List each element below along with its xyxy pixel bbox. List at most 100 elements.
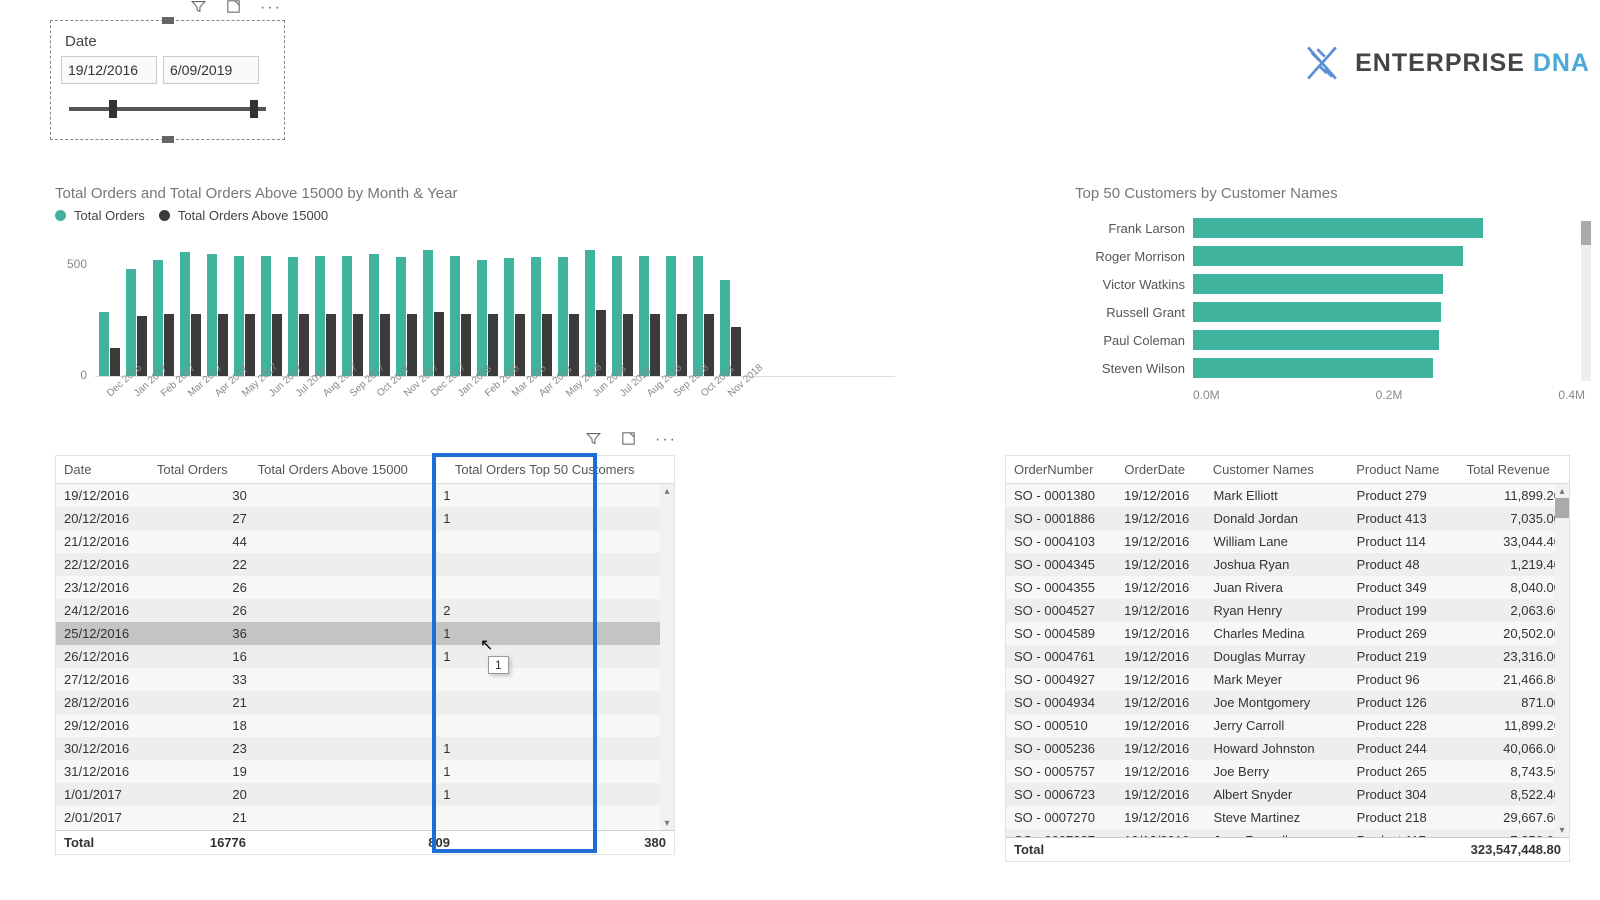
- table-row[interactable]: 19/12/2016301: [56, 484, 674, 507]
- table-row[interactable]: SO - 000492719/12/2016Mark MeyerProduct …: [1006, 668, 1569, 691]
- bar-group[interactable]: [99, 312, 120, 376]
- bar-group[interactable]: [369, 254, 390, 376]
- bar-group[interactable]: [342, 256, 363, 376]
- table-row[interactable]: SO - 000138019/12/2016Mark ElliottProduc…: [1006, 484, 1569, 507]
- col-order-date[interactable]: OrderDate: [1116, 456, 1204, 484]
- bar-group[interactable]: [261, 256, 282, 376]
- bar-group[interactable]: [531, 257, 552, 376]
- table-row[interactable]: SO - 000435519/12/2016Juan RiveraProduct…: [1006, 576, 1569, 599]
- bar-group[interactable]: [720, 280, 741, 376]
- date-range-slider[interactable]: [69, 102, 266, 116]
- bar-group[interactable]: [207, 254, 228, 376]
- bar-group[interactable]: [423, 250, 444, 376]
- ytick-500: 500: [67, 257, 87, 271]
- x-tick: Jan 2017: [132, 377, 155, 399]
- bar-group[interactable]: [288, 257, 309, 376]
- bar-group[interactable]: [558, 257, 579, 376]
- bar-group[interactable]: [666, 256, 687, 376]
- hbar-row[interactable]: Victor Watkins: [1075, 274, 1585, 294]
- table-row[interactable]: SO - 000493419/12/2016Joe MontgomeryProd…: [1006, 691, 1569, 714]
- hbar-row[interactable]: Steven Wilson: [1075, 358, 1585, 378]
- bar-group[interactable]: [180, 252, 201, 376]
- orders-by-month-chart[interactable]: Total Orders and Total Orders Above 1500…: [55, 185, 895, 410]
- slider-handle-start[interactable]: [109, 100, 117, 118]
- bar-group[interactable]: [504, 258, 525, 376]
- date-start-input[interactable]: [61, 56, 157, 84]
- col-date[interactable]: Date: [56, 456, 149, 484]
- brand-suffix: DNA: [1533, 49, 1590, 77]
- table-row[interactable]: 2/01/201721: [56, 806, 674, 829]
- chart2-scrollbar[interactable]: [1581, 221, 1591, 381]
- hbar-row[interactable]: Russell Grant: [1075, 302, 1585, 322]
- x-tick: Aug 2018: [645, 377, 668, 399]
- scroll-down-icon[interactable]: ▾: [1557, 825, 1567, 835]
- scroll-up-icon[interactable]: ▴: [1557, 486, 1567, 496]
- table-row[interactable]: SO - 000523619/12/2016Howard JohnstonPro…: [1006, 737, 1569, 760]
- table-row[interactable]: 26/12/2016161: [56, 645, 674, 668]
- table-row[interactable]: SO - 000732719/12/2016Juan RussellProduc…: [1006, 829, 1569, 837]
- focus-icon[interactable]: [225, 0, 242, 18]
- bar-group[interactable]: [639, 256, 660, 376]
- bar-group[interactable]: [450, 256, 471, 376]
- bar-group[interactable]: [153, 260, 174, 376]
- bar-group[interactable]: [234, 256, 255, 376]
- more-options-icon[interactable]: ···: [655, 431, 677, 449]
- col-top50[interactable]: Total Orders Top 50 Customers: [447, 456, 674, 484]
- bar-group[interactable]: [477, 260, 498, 376]
- table-row[interactable]: 1/01/2017201: [56, 783, 674, 806]
- table-row[interactable]: SO - 000476119/12/2016Douglas MurrayProd…: [1006, 645, 1569, 668]
- table-row[interactable]: 20/12/2016271: [56, 507, 674, 530]
- table-row[interactable]: SO - 000434519/12/2016Joshua RyanProduct…: [1006, 553, 1569, 576]
- table-row[interactable]: SO - 00051019/12/2016Jerry CarrollProduc…: [1006, 714, 1569, 737]
- filter-icon[interactable]: [190, 0, 207, 18]
- table-row[interactable]: SO - 000672319/12/2016Albert SnyderProdu…: [1006, 783, 1569, 806]
- table-row[interactable]: 22/12/201622: [56, 553, 674, 576]
- table-row[interactable]: SO - 000452719/12/2016Ryan HenryProduct …: [1006, 599, 1569, 622]
- col-above-15000[interactable]: Total Orders Above 15000: [250, 456, 447, 484]
- table-row[interactable]: SO - 000727019/12/2016Steve MartinezProd…: [1006, 806, 1569, 829]
- table1-scrollbar[interactable]: ▴ ▾: [660, 484, 674, 830]
- slider-handle-end[interactable]: [250, 100, 258, 118]
- table2-scrollbar[interactable]: ▴ ▾: [1555, 484, 1569, 837]
- order-details-table[interactable]: OrderNumber OrderDate Customer Names Pro…: [1005, 455, 1570, 862]
- more-options-icon[interactable]: ···: [260, 0, 282, 17]
- t1-total-toa: 809: [254, 831, 458, 855]
- table-row[interactable]: 28/12/201621: [56, 691, 674, 714]
- col-total-orders[interactable]: Total Orders: [149, 456, 250, 484]
- resize-handle-top[interactable]: [162, 17, 174, 24]
- date-end-input[interactable]: [163, 56, 259, 84]
- orders-by-date-table[interactable]: Date Total Orders Total Orders Above 150…: [55, 455, 675, 855]
- table-row[interactable]: 27/12/201633: [56, 668, 674, 691]
- table-row[interactable]: 30/12/2016231: [56, 737, 674, 760]
- bar-group[interactable]: [126, 269, 147, 376]
- bar-group[interactable]: [315, 256, 336, 376]
- hbar-row[interactable]: Paul Coleman: [1075, 330, 1585, 350]
- bar-group[interactable]: [585, 250, 606, 376]
- table-row[interactable]: SO - 000575719/12/2016Joe BerryProduct 2…: [1006, 760, 1569, 783]
- filter-icon[interactable]: [585, 430, 602, 450]
- col-order-number[interactable]: OrderNumber: [1006, 456, 1116, 484]
- hbar-row[interactable]: Roger Morrison: [1075, 246, 1585, 266]
- table-row[interactable]: SO - 000458919/12/2016Charles MedinaProd…: [1006, 622, 1569, 645]
- table-row[interactable]: SO - 000410319/12/2016William LaneProduc…: [1006, 530, 1569, 553]
- hbar-row[interactable]: Frank Larson: [1075, 218, 1585, 238]
- table-row[interactable]: 25/12/20163611: [56, 622, 674, 645]
- date-slicer[interactable]: Date: [50, 20, 285, 140]
- table-row[interactable]: SO - 000188619/12/2016Donald JordanProdu…: [1006, 507, 1569, 530]
- scroll-down-icon[interactable]: ▾: [662, 818, 672, 828]
- col-product[interactable]: Product Name: [1348, 456, 1458, 484]
- focus-icon[interactable]: [620, 430, 637, 450]
- col-revenue[interactable]: Total Revenue: [1459, 456, 1569, 484]
- bar-group[interactable]: [693, 256, 714, 376]
- bar-group[interactable]: [396, 257, 417, 376]
- table-row[interactable]: 31/12/2016191: [56, 760, 674, 783]
- scroll-up-icon[interactable]: ▴: [662, 486, 672, 496]
- table-row[interactable]: 21/12/201644: [56, 530, 674, 553]
- resize-handle-bottom[interactable]: [162, 136, 174, 143]
- bar-group[interactable]: [612, 256, 633, 376]
- table-row[interactable]: 24/12/2016262: [56, 599, 674, 622]
- table-row[interactable]: 23/12/201626: [56, 576, 674, 599]
- top50-customers-chart[interactable]: Top 50 Customers by Customer Names Frank…: [1075, 185, 1585, 402]
- table-row[interactable]: 29/12/201618: [56, 714, 674, 737]
- col-customer[interactable]: Customer Names: [1205, 456, 1349, 484]
